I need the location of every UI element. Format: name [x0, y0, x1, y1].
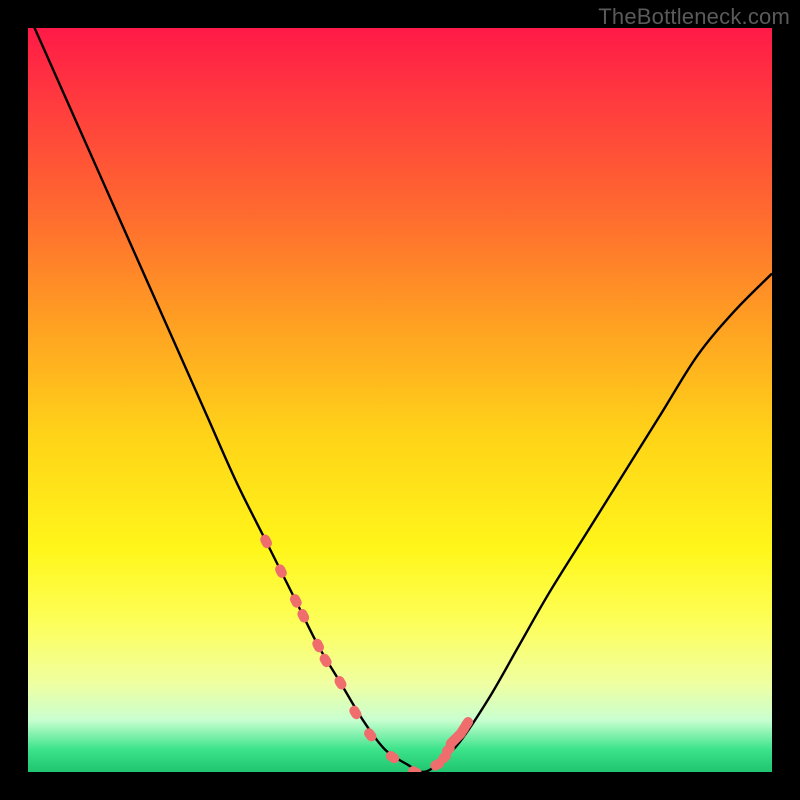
marker-point — [296, 607, 311, 624]
bottleneck-curve — [28, 28, 772, 772]
marker-point — [362, 726, 378, 743]
marker-point — [288, 592, 303, 609]
marker-point — [311, 637, 326, 654]
marker-point — [333, 674, 349, 691]
curve-layer — [28, 28, 772, 772]
marker-group — [258, 533, 475, 772]
marker-point — [258, 533, 273, 550]
plot-area — [28, 28, 772, 772]
watermark-text: TheBottleneck.com — [598, 4, 790, 30]
marker-point — [273, 563, 288, 580]
chart-frame: TheBottleneck.com — [0, 0, 800, 800]
